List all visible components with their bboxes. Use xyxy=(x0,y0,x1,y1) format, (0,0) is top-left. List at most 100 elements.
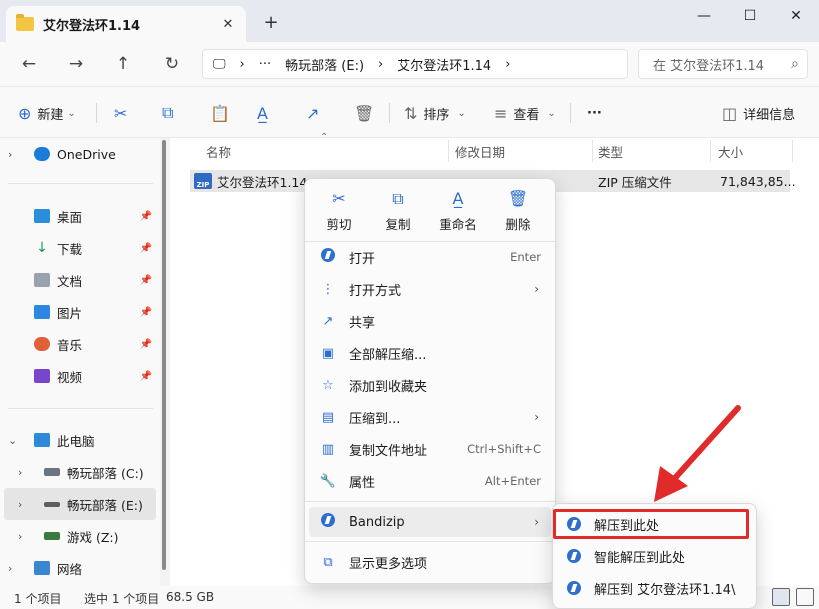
new-label: 新建 xyxy=(37,107,64,123)
sidebar-item-videos[interactable]: 视频 📌 xyxy=(0,360,158,392)
menu-item-label: 显示更多选项 xyxy=(349,556,428,572)
sidebar-item-documents[interactable]: 文档 📌 xyxy=(0,264,158,296)
menu-shortcut: Ctrl+Shift+C xyxy=(467,442,541,456)
sidebar-divider xyxy=(8,183,153,184)
sidebar-divider xyxy=(8,408,153,409)
sidebar-item-thispc[interactable]: ⌄ 此电脑 xyxy=(0,424,158,456)
forward-button[interactable]: → xyxy=(61,50,91,78)
quick-action-label: 重命名 xyxy=(439,217,477,232)
computer-icon: 🖵 xyxy=(213,56,226,72)
menu-item-add-favorites[interactable]: ☆ 添加到收藏夹 xyxy=(309,370,551,400)
back-button[interactable]: ← xyxy=(14,50,44,78)
cut-menu-button[interactable]: ✂ 剪切 xyxy=(313,189,365,235)
sidebar-item-downloads[interactable]: ↓ 下载 📌 xyxy=(0,232,158,264)
sidebar-item-music[interactable]: 音乐 📌 xyxy=(0,328,158,360)
delete-button[interactable]: 🗑 xyxy=(354,100,380,126)
tab-close-icon[interactable]: ✕ xyxy=(216,12,240,36)
view-button[interactable]: ≡ 查看 ⌄ xyxy=(494,100,556,126)
picture-icon xyxy=(34,305,50,319)
column-divider[interactable] xyxy=(592,140,593,162)
share-button[interactable]: ↗ xyxy=(306,100,325,126)
menu-item-share[interactable]: ↗ 共享 xyxy=(309,306,551,336)
rename-menu-button[interactable]: A̲ 重命名 xyxy=(432,189,484,235)
sidebar-item-pictures[interactable]: 图片 📌 xyxy=(0,296,158,328)
pin-icon: 📌 xyxy=(139,306,152,318)
sort-up-icon: ⌃ xyxy=(320,132,329,143)
submenu-item-extract-to[interactable]: 解压到 艾尔登法环1.14\ xyxy=(557,573,753,603)
column-divider[interactable] xyxy=(792,140,793,162)
maximize-button[interactable]: ☐ xyxy=(727,0,773,32)
submenu-item-smart-extract[interactable]: 智能解压到此处 xyxy=(557,541,753,571)
sidebar-item-onedrive[interactable]: › OneDrive xyxy=(0,138,158,170)
menu-item-open[interactable]: 打开 Enter xyxy=(309,242,551,272)
copy-menu-button[interactable]: ⧉ 复制 xyxy=(372,189,424,235)
tab-active[interactable]: 艾尔登法环1.14 ✕ xyxy=(6,6,246,42)
up-button[interactable]: ↑ xyxy=(108,50,138,78)
submenu-item-label: 智能解压到此处 xyxy=(594,550,686,566)
column-header-name[interactable]: 名称 xyxy=(206,138,231,164)
cut-button[interactable]: ✂ xyxy=(114,100,133,126)
menu-divider xyxy=(305,501,555,502)
see-more-button[interactable]: ··· xyxy=(587,100,602,126)
bandizip-icon xyxy=(321,248,335,262)
status-size: 68.5 GB xyxy=(166,590,215,604)
clipboard-icon: 📋 xyxy=(210,103,230,123)
breadcrumb-drive[interactable]: 畅玩部落 (E:) xyxy=(285,55,364,74)
sidebar-item-network[interactable]: › 网络 xyxy=(0,552,158,584)
menu-item-label: 全部解压缩... xyxy=(349,347,427,363)
scissors-icon: ✂ xyxy=(114,103,128,123)
delete-menu-button[interactable]: 🗑 删除 xyxy=(492,189,544,235)
column-header-type[interactable]: 类型 xyxy=(598,138,623,164)
view-label: 查看 xyxy=(513,107,540,123)
sort-button[interactable]: ⇅ 排序 ⌄ xyxy=(404,100,466,126)
extract-folder-icon: ▣ xyxy=(321,345,335,361)
annotation-arrow-icon xyxy=(654,405,741,502)
column-divider[interactable] xyxy=(448,140,449,162)
paste-button[interactable]: 📋 xyxy=(210,100,236,126)
minimize-button[interactable]: — xyxy=(681,0,727,32)
breadcrumb-folder[interactable]: 艾尔登法环1.14 xyxy=(397,55,491,74)
sidebar-item-label: 畅玩部落 (E:) xyxy=(67,497,143,513)
sidebar-item-drive-z[interactable]: › 游戏 (Z:) xyxy=(0,520,158,552)
pin-icon: 📌 xyxy=(139,338,152,350)
sidebar-item-drive-c[interactable]: › 畅玩部落 (C:) xyxy=(0,456,158,488)
tiles-view-button[interactable] xyxy=(796,588,814,606)
menu-item-more-options[interactable]: ⧉ 显示更多选项 xyxy=(309,547,551,577)
more-options-icon: ⧉ xyxy=(323,554,333,570)
search-input[interactable]: 在 艾尔登法环1.14 ⌕ xyxy=(638,49,808,79)
menu-item-bandizip[interactable]: Bandizip › xyxy=(309,507,551,537)
copy-icon: ⧉ xyxy=(162,103,174,122)
new-button[interactable]: ⊕ 新建 ⌄ xyxy=(18,100,76,126)
menu-item-open-with[interactable]: ⋮ 打开方式 › xyxy=(309,274,551,304)
rename-button[interactable]: A̲ xyxy=(257,100,274,126)
details-pane-button[interactable]: ◫ 详细信息 xyxy=(722,100,795,126)
share-icon: ↗ xyxy=(322,313,334,329)
details-view-button[interactable] xyxy=(772,588,790,606)
column-header-modified[interactable]: 修改日期 xyxy=(455,138,505,164)
menu-item-properties[interactable]: 🔧 属性 Alt+Enter xyxy=(309,466,551,496)
column-divider[interactable] xyxy=(710,140,711,162)
quick-action-label: 剪切 xyxy=(326,217,352,232)
refresh-button[interactable]: ↻ xyxy=(157,50,187,78)
status-item-count: 1 个项目 xyxy=(14,592,62,606)
menu-item-label: Bandizip xyxy=(349,514,405,530)
new-tab-button[interactable]: + xyxy=(259,10,283,34)
copy-button[interactable]: ⧉ xyxy=(162,100,179,126)
copy-path-icon: ▥ xyxy=(321,441,335,457)
menu-item-copy-path[interactable]: ▥ 复制文件地址 Ctrl+Shift+C xyxy=(309,434,551,464)
navigation-scrollbar[interactable] xyxy=(162,140,166,570)
chevron-right-icon: › xyxy=(18,529,23,543)
navigation-pane: › OneDrive 桌面 📌 ↓ 下载 📌 文档 📌 图片 📌 音乐 📌 视频… xyxy=(0,138,160,586)
menu-item-extract-all[interactable]: ▣ 全部解压缩... xyxy=(309,338,551,368)
sidebar-item-drive-e[interactable]: › 畅玩部落 (E:) xyxy=(4,488,156,520)
sidebar-item-desktop[interactable]: 桌面 📌 xyxy=(0,200,158,232)
submenu-item-label: 解压到 艾尔登法环1.14\ xyxy=(594,582,736,598)
close-button[interactable]: ✕ xyxy=(773,0,819,32)
breadcrumb-separator: › xyxy=(505,56,511,72)
music-icon xyxy=(34,337,50,351)
column-header-size[interactable]: 大小 xyxy=(718,138,743,164)
menu-item-compress-to[interactable]: ▤ 压缩到... › xyxy=(309,402,551,432)
breadcrumb-more-button[interactable]: ··· xyxy=(259,57,271,72)
sidebar-item-label: 视频 xyxy=(57,369,83,385)
address-bar[interactable]: 🖵 › ··· 畅玩部落 (E:) › 艾尔登法环1.14 › xyxy=(202,49,628,79)
